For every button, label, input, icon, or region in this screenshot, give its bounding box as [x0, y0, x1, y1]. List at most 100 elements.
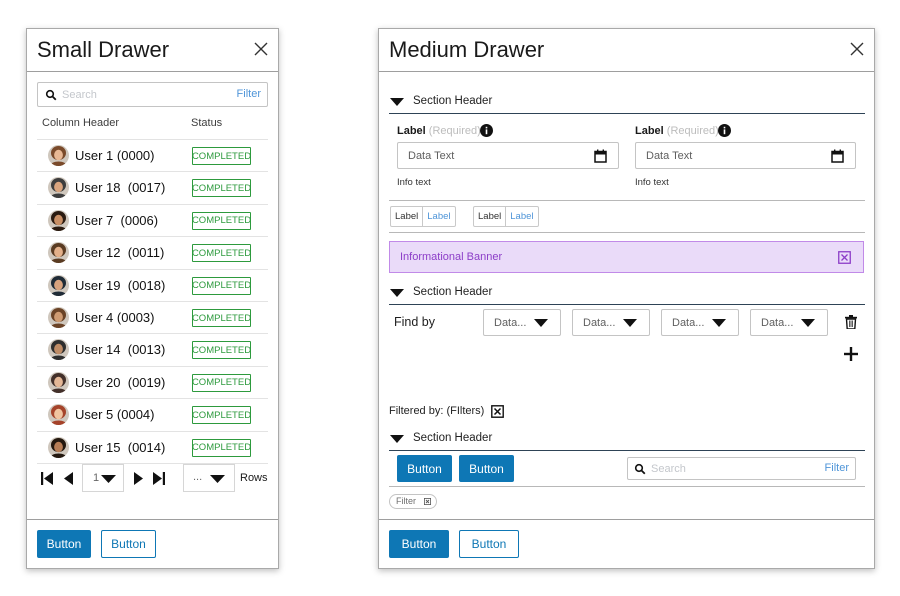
trash-icon[interactable] — [845, 315, 857, 329]
prev-page-button[interactable] — [61, 464, 75, 492]
last-page-button[interactable] — [151, 464, 167, 492]
status-badge: COMPLETED — [192, 276, 251, 295]
table-row[interactable]: User 14 (0013) COMPLETED — [37, 333, 268, 365]
calendar-icon[interactable] — [831, 149, 844, 163]
user-avatar — [48, 274, 69, 296]
status-badge: COMPLETED — [192, 341, 251, 360]
required-text: (Required) — [428, 125, 481, 137]
search-icon — [45, 89, 57, 101]
chip-remove-icon[interactable] — [424, 498, 431, 505]
divider — [389, 200, 865, 201]
required-text: (Required) — [666, 125, 719, 137]
segmented-toggle[interactable]: Label Label — [390, 206, 456, 227]
filtered-by-label: Filtered by: (FIlters) — [389, 405, 485, 417]
status-badge: COMPLETED — [192, 438, 251, 457]
table-row[interactable]: User 19 (0018) COMPLETED — [37, 268, 268, 301]
status-badge: COMPLETED — [192, 147, 251, 165]
page-number: 1 — [93, 472, 100, 484]
status-header[interactable]: Status — [191, 117, 222, 129]
table-row[interactable]: User 7 (0006) COMPLETED — [37, 203, 268, 236]
find-by-dropdown[interactable]: Data... — [661, 309, 739, 336]
search-icon — [634, 463, 646, 475]
table-row[interactable]: User 4 (0003) COMPLETED — [37, 301, 268, 333]
user-avatar — [48, 404, 69, 426]
secondary-button[interactable]: Button — [101, 530, 156, 558]
dropdown-value: Data... — [672, 317, 705, 329]
user-name: User 4 (0003) — [75, 310, 155, 325]
table-row[interactable]: User 1 (0000) COMPLETED — [37, 139, 268, 171]
find-by-dropdown[interactable]: Data... — [572, 309, 650, 336]
medium-drawer: Medium Drawer Section Header Label (Requ… — [378, 28, 875, 569]
action-button[interactable]: Button — [459, 455, 514, 482]
prev-page-icon — [63, 471, 73, 485]
toggle-option[interactable]: Label — [474, 207, 507, 226]
rows-label: Rows — [240, 472, 268, 484]
user-name: User 19 (0018) — [75, 277, 166, 293]
dropdown-value: Data... — [761, 317, 794, 329]
caret-down-icon — [712, 319, 726, 327]
find-by-dropdown[interactable]: Data... — [750, 309, 828, 336]
caret-down-icon — [534, 319, 548, 327]
user-name: User 12 (0011) — [75, 245, 165, 261]
segmented-toggle[interactable]: Label Label — [473, 206, 539, 227]
info-icon[interactable] — [718, 124, 731, 137]
user-avatar — [48, 145, 69, 166]
column-header[interactable]: Column Header — [42, 117, 119, 129]
caret-down-icon — [101, 475, 116, 483]
table-row[interactable]: User 5 (0004) COMPLETED — [37, 398, 268, 430]
user-avatar — [48, 339, 69, 361]
section-header[interactable]: Section Header — [389, 427, 865, 451]
primary-button[interactable]: Button — [37, 530, 91, 558]
table-row[interactable]: User 18 (0017) COMPLETED — [37, 171, 268, 203]
calendar-icon[interactable] — [594, 149, 607, 163]
status-badge: COMPLETED — [192, 244, 251, 263]
table-row[interactable]: User 20 (0019) COMPLETED — [37, 365, 268, 398]
close-icon[interactable] — [850, 42, 864, 56]
page-select[interactable]: 1 — [82, 464, 124, 492]
search-placeholder: Search — [651, 463, 686, 475]
first-page-button[interactable] — [39, 464, 55, 492]
primary-button[interactable]: Button — [389, 530, 449, 558]
user-name: User 20 (0019) — [75, 374, 166, 390]
last-page-icon — [153, 471, 165, 485]
user-avatar — [48, 307, 69, 328]
toggle-option[interactable]: Label — [506, 207, 537, 226]
caret-down-icon — [390, 289, 404, 297]
caret-down-icon — [210, 475, 225, 483]
filter-link[interactable]: Filter — [237, 88, 261, 100]
drawer-title: Small Drawer — [37, 37, 170, 62]
secondary-button[interactable]: Button — [459, 530, 519, 558]
search-placeholder: Search — [62, 89, 97, 101]
section-title: Section Header — [413, 95, 493, 107]
user-avatar — [48, 242, 69, 264]
table-row[interactable]: User 12 (0011) COMPLETED — [37, 236, 268, 268]
user-name: User 15 (0014) — [75, 439, 166, 455]
section-header[interactable]: Section Header — [389, 90, 865, 114]
table-row[interactable]: User 15 (0014) COMPLETED — [37, 430, 268, 463]
clear-filters-icon[interactable] — [491, 405, 504, 418]
date-field[interactable]: Data Text — [397, 142, 619, 169]
find-by-dropdown[interactable]: Data... — [483, 309, 561, 336]
dismiss-icon[interactable] — [838, 251, 851, 264]
search-input[interactable]: Search Filter — [627, 457, 856, 480]
date-field[interactable]: Data Text — [635, 142, 856, 169]
filter-link[interactable]: Filter — [825, 462, 849, 474]
search-input[interactable]: Search Filter — [37, 82, 268, 107]
filter-chip[interactable]: Filter — [389, 494, 437, 509]
close-icon[interactable] — [254, 42, 268, 56]
caret-down-icon — [623, 319, 637, 327]
caret-down-icon — [390, 435, 404, 443]
status-badge: COMPLETED — [192, 309, 251, 327]
next-page-button[interactable] — [131, 464, 145, 492]
field-label-text: Label — [397, 125, 426, 137]
section-header[interactable]: Section Header — [389, 281, 865, 305]
rows-per-page-select[interactable]: ... — [183, 464, 235, 492]
banner-text: Informational Banner — [400, 251, 503, 263]
action-button[interactable]: Button — [397, 455, 452, 482]
toggle-option[interactable]: Label — [391, 207, 424, 226]
user-name: User 1 (0000) — [75, 148, 155, 163]
info-icon[interactable] — [480, 124, 493, 137]
plus-icon[interactable] — [844, 347, 858, 361]
field-label: Label (Required) — [635, 125, 719, 137]
toggle-option[interactable]: Label — [423, 207, 454, 226]
